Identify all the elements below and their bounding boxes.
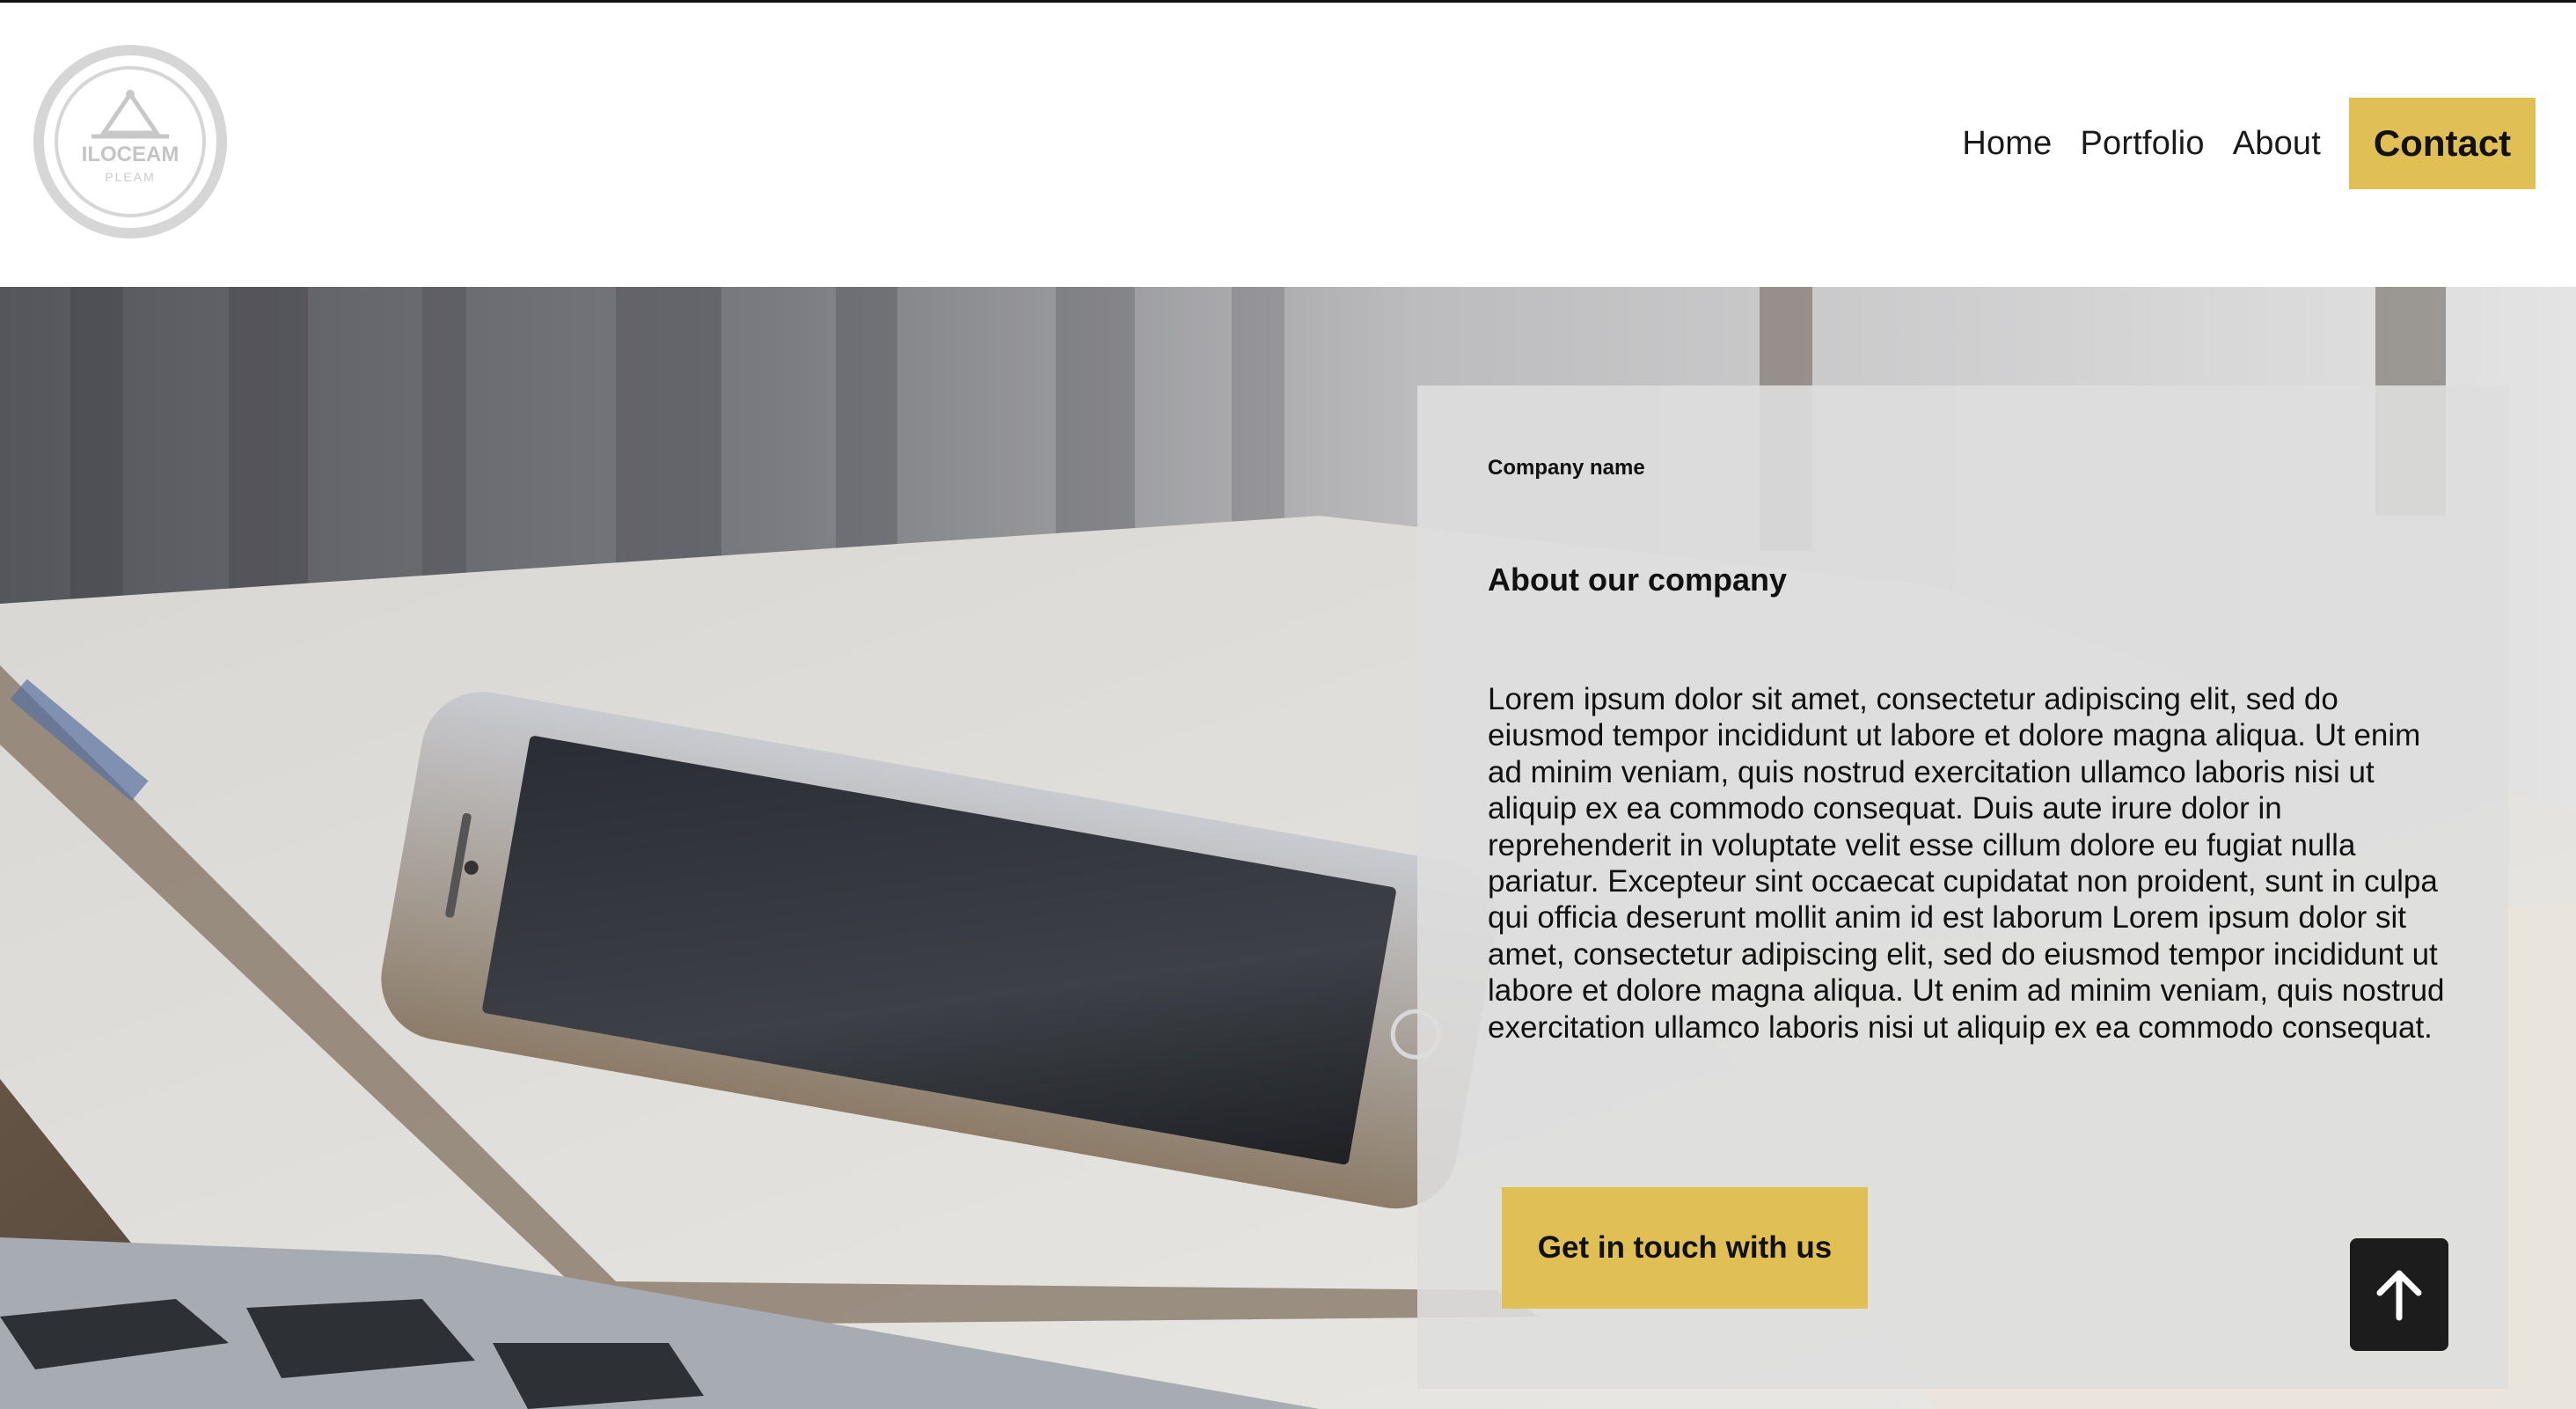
site-header: ILOCEAM PLEAM Home Portfolio About Conta… xyxy=(0,3,2576,287)
about-panel: Company name About our company Lorem ips… xyxy=(1417,385,2508,1389)
nav-portfolio[interactable]: Portfolio xyxy=(2080,125,2204,163)
logo-text-main: ILOCEAM xyxy=(82,143,179,166)
main-nav: Home Portfolio About Contact xyxy=(1962,98,2536,189)
about-title: About our company xyxy=(1488,561,1787,598)
nav-home[interactable]: Home xyxy=(1962,125,2052,163)
contact-button[interactable]: Contact xyxy=(2349,98,2536,189)
scroll-to-top-button[interactable] xyxy=(2350,1238,2448,1351)
about-body-text: Lorem ipsum dolor sit amet, consectetur … xyxy=(1488,682,2445,1045)
nav-about[interactable]: About xyxy=(2233,125,2321,163)
get-in-touch-button[interactable]: Get in touch with us xyxy=(1502,1187,1868,1309)
page: ILOCEAM PLEAM Home Portfolio About Conta… xyxy=(0,0,2576,1409)
logo-emblem-icon: ILOCEAM PLEAM xyxy=(33,45,227,239)
logo-text-sub: PLEAM xyxy=(105,170,155,184)
company-name: Company name xyxy=(1488,456,1645,480)
site-logo[interactable]: ILOCEAM PLEAM xyxy=(33,45,227,239)
arrow-up-icon xyxy=(2376,1270,2422,1321)
hero-section: Company name About our company Lorem ips… xyxy=(0,287,2576,1409)
